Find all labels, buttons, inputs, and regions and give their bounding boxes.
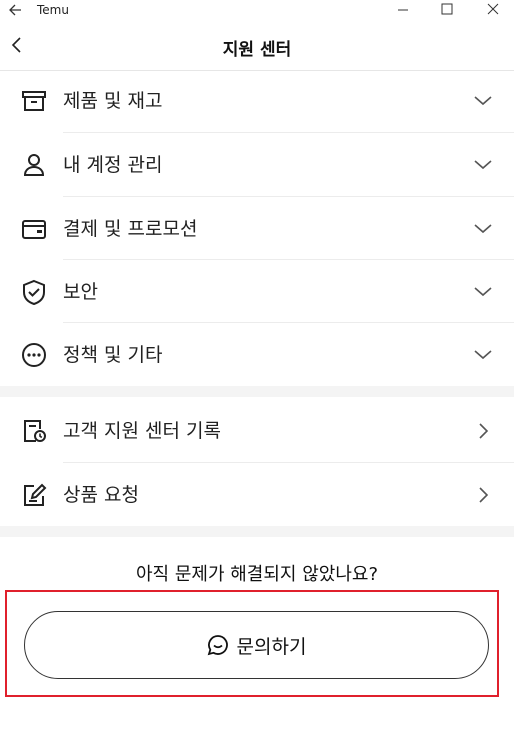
menu-item-security[interactable]: 보안: [0, 260, 514, 323]
menu-item-label: 결제 및 프로모션: [63, 218, 198, 240]
more-circle-icon: [20, 341, 48, 369]
page-header: 지원 센터: [0, 22, 514, 71]
window-titlebar: Temu: [0, 0, 514, 22]
box-icon: [20, 87, 48, 115]
minimize-icon[interactable]: [389, 0, 417, 20]
menu-item-support-history[interactable]: 고객 지원 센터 기록: [0, 399, 514, 462]
menu-item-account[interactable]: 내 계정 관리: [0, 133, 514, 196]
unresolved-question-text: 아직 문제가 해결되지 않았나요?: [136, 564, 378, 585]
edit-request-icon: [20, 481, 48, 509]
menu-item-label: 정책 및 기타: [63, 344, 163, 366]
chevron-down-icon: [471, 217, 495, 241]
menu-item-product-request[interactable]: 상품 요청: [0, 463, 514, 526]
menu-item-label: 내 계정 관리: [63, 154, 163, 176]
shield-check-icon: [20, 278, 48, 306]
maximize-icon[interactable]: [433, 0, 461, 20]
chat-bubble-icon: [207, 634, 229, 656]
close-icon[interactable]: [479, 0, 507, 20]
menu-item-policy-other[interactable]: 정책 및 기타: [0, 323, 514, 386]
contact-us-button[interactable]: 문의하기: [24, 611, 489, 679]
window-title: Temu: [37, 3, 69, 17]
user-icon: [20, 151, 48, 179]
section-gap: [0, 386, 514, 397]
contact-us-label: 문의하기: [236, 635, 307, 658]
menu-item-payment-promotions[interactable]: 결제 및 프로모션: [0, 197, 514, 260]
chevron-down-icon: [471, 89, 495, 113]
menu-item-label: 고객 지원 센터 기록: [63, 420, 221, 442]
section-gap: [0, 526, 514, 537]
menu-item-label: 제품 및 재고: [63, 90, 163, 112]
chevron-down-icon: [471, 343, 495, 367]
menu-item-label: 상품 요청: [63, 484, 139, 506]
window-back-arrow-icon[interactable]: [6, 0, 26, 20]
menu-item-label: 보안: [63, 281, 98, 303]
menu-item-products-inventory[interactable]: 제품 및 재고: [0, 69, 514, 132]
page-title: 지원 센터: [222, 40, 292, 60]
chevron-right-icon: [471, 483, 495, 507]
chevron-down-icon: [471, 153, 495, 177]
chevron-right-icon: [471, 419, 495, 443]
wallet-card-icon: [20, 215, 48, 243]
record-history-icon: [20, 417, 48, 445]
chevron-down-icon: [471, 280, 495, 304]
